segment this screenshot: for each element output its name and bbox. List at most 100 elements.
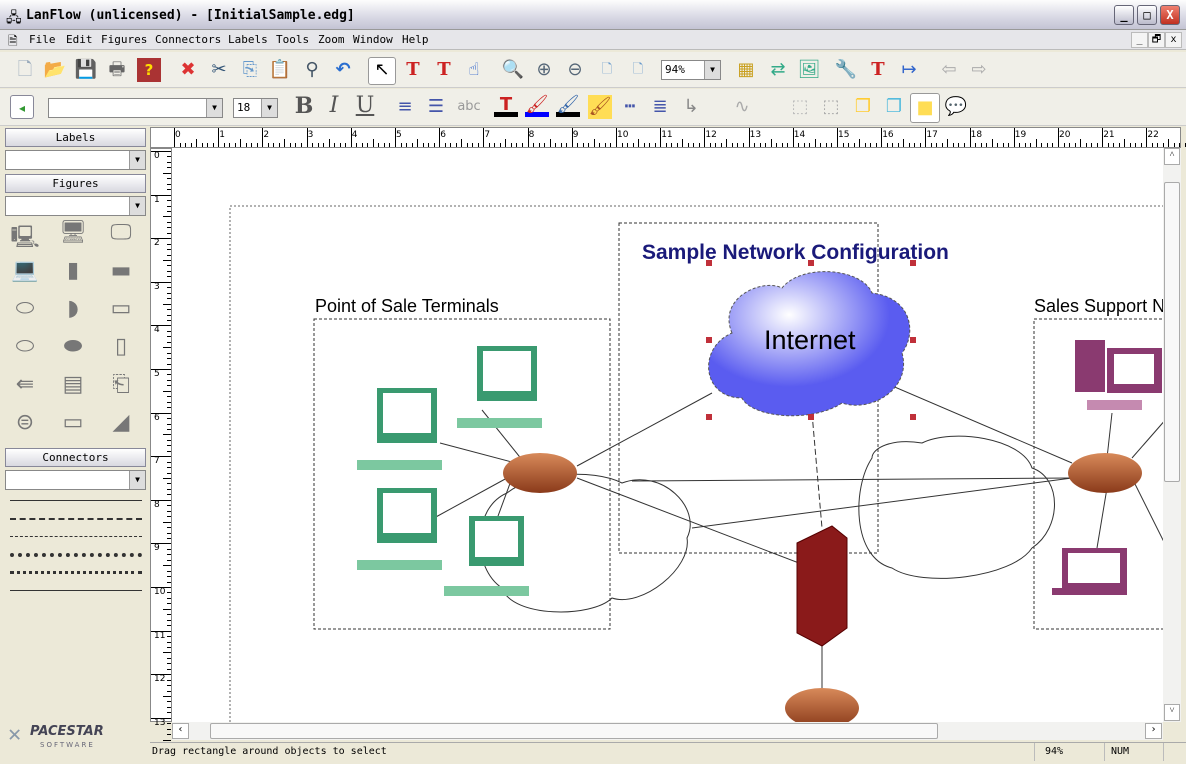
print-icon[interactable]: 🖶 xyxy=(105,58,129,82)
open-icon[interactable]: 📂 xyxy=(43,58,67,82)
fill-color-icon[interactable]: 🖌 xyxy=(525,93,549,117)
line-width-icon[interactable]: ≣ xyxy=(648,95,672,119)
save-icon[interactable]: 💾 xyxy=(74,58,98,82)
help-icon[interactable]: ? xyxy=(137,58,161,82)
point-icon[interactable]: ☝ xyxy=(462,58,486,82)
paste-icon[interactable]: 📋 xyxy=(268,58,292,82)
menu-file[interactable]: File xyxy=(29,33,56,46)
diagram-canvas[interactable]: Sample Network Configuration Internet Po… xyxy=(172,148,1163,722)
horizontal-scroll-thumb[interactable] xyxy=(210,723,938,739)
mdi-restore-button[interactable]: 🗗 xyxy=(1148,32,1165,48)
connector-dotted[interactable] xyxy=(10,571,142,574)
zoom-select[interactable]: 94% ▼ xyxy=(661,60,721,80)
line-color-icon[interactable]: 🖌 xyxy=(556,93,580,117)
zoom-icon[interactable]: 🔍 xyxy=(501,58,525,82)
connectors-header[interactable]: Connectors xyxy=(5,448,146,467)
vertical-scrollbar[interactable]: ˄ ˅ xyxy=(1163,148,1181,722)
italic-button[interactable]: I xyxy=(322,94,346,118)
figure-palette-item[interactable]: ⬬ xyxy=(56,334,90,360)
new-icon[interactable]: 🗋 xyxy=(13,58,37,82)
properties-icon[interactable]: 🔧 xyxy=(834,58,858,82)
diagram-title[interactable]: Sample Network Configuration xyxy=(642,241,949,265)
select-icon[interactable]: ↖ xyxy=(368,57,396,85)
labels-combo[interactable]: ▼ xyxy=(5,150,146,170)
line-style-icon[interactable]: ┅ xyxy=(618,95,642,119)
scroll-right-icon[interactable]: › xyxy=(1145,723,1162,739)
figure-palette-item[interactable]: 💻 xyxy=(8,258,42,284)
send-back-icon[interactable]: ❐ xyxy=(882,95,906,119)
connectors-combo[interactable]: ▼ xyxy=(5,470,146,490)
figure-palette-item[interactable]: ⬭ xyxy=(8,334,42,360)
scroll-down-icon[interactable]: ˅ xyxy=(1164,704,1180,721)
find-icon[interactable]: ⚲ xyxy=(300,58,324,82)
undo-icon[interactable]: ↶ xyxy=(331,58,355,82)
zoom-width-icon[interactable]: 🗋 xyxy=(626,58,650,82)
figure-palette-item[interactable]: ⬭ xyxy=(8,296,42,322)
menu-zoom[interactable]: Zoom xyxy=(318,33,345,46)
shadow-toggle-icon[interactable]: ■ xyxy=(910,93,940,123)
bring-front-icon[interactable]: ❐ xyxy=(851,95,875,119)
callout-icon[interactable]: 💬 xyxy=(944,95,968,119)
delete-icon[interactable]: ✖ xyxy=(176,58,200,82)
figure-palette-item[interactable]: ▮ xyxy=(56,258,90,284)
arrow-style-icon[interactable]: ↳ xyxy=(679,95,703,119)
figure-palette-item[interactable]: ⎗ xyxy=(104,372,138,398)
connector-dashed[interactable] xyxy=(10,518,142,520)
menu-edit[interactable]: Edit xyxy=(66,33,93,46)
ungroup-icon[interactable]: ⬚ xyxy=(819,95,843,119)
connector-long-dash[interactable] xyxy=(10,536,142,537)
minimize-button[interactable]: _ xyxy=(1114,5,1134,25)
bold-button[interactable]: B xyxy=(292,94,316,118)
close-button[interactable]: X xyxy=(1160,5,1180,25)
align-center-icon[interactable]: ≡ xyxy=(393,95,417,119)
zoom-out-icon[interactable]: ⊖ xyxy=(563,58,587,82)
mdi-close-button[interactable]: x xyxy=(1165,32,1182,48)
menu-connectors[interactable]: Connectors xyxy=(155,33,221,46)
figure-palette-item[interactable]: ▭ xyxy=(104,296,138,322)
copy-icon[interactable]: ⎘ xyxy=(238,58,262,82)
figure-palette-item[interactable]: 🖵 xyxy=(104,220,138,246)
menu-window[interactable]: Window xyxy=(353,33,393,46)
text-select-icon[interactable]: T xyxy=(401,58,425,82)
connector-dotted-thick[interactable] xyxy=(10,553,142,557)
font-select[interactable]: ▼ xyxy=(48,98,223,118)
zoom-page-icon[interactable]: 🗋 xyxy=(595,58,619,82)
connector-solid[interactable] xyxy=(10,500,142,501)
firewall[interactable] xyxy=(796,525,848,647)
figure-palette-item[interactable]: ▭ xyxy=(56,410,90,436)
text-properties-icon[interactable]: T xyxy=(866,58,890,82)
group-icon[interactable]: ⬚ xyxy=(788,95,812,119)
menu-help[interactable]: Help xyxy=(402,33,429,46)
figure-palette-item[interactable]: ◗ xyxy=(56,296,90,322)
figure-palette-item[interactable]: ▬ xyxy=(104,258,138,284)
figure-palette-item[interactable]: ◢ xyxy=(104,410,138,436)
labels-header[interactable]: Labels xyxy=(5,128,146,147)
figure-palette-item[interactable]: ⊜ xyxy=(8,410,42,436)
figure-palette-item[interactable]: 🖥 xyxy=(56,220,90,246)
text-icon[interactable]: T xyxy=(432,58,456,82)
grid-icon[interactable]: ▦ xyxy=(734,58,758,82)
back-icon[interactable]: ⇦ xyxy=(937,58,961,82)
menu-figures[interactable]: Figures xyxy=(101,33,147,46)
font-size-select[interactable]: 18 ▼ xyxy=(233,98,278,118)
justify-icon[interactable]: ☰ xyxy=(424,95,448,119)
figure-palette-item[interactable]: ⇚ xyxy=(8,372,42,398)
scroll-left-icon[interactable]: ‹ xyxy=(172,723,189,739)
text-style-button[interactable]: abc xyxy=(454,95,484,119)
connector-properties-icon[interactable]: ↦ xyxy=(897,58,921,82)
vertical-scroll-thumb[interactable] xyxy=(1164,182,1180,482)
panel-toggle-icon[interactable]: ◂ xyxy=(10,95,34,119)
replace-image-icon[interactable]: 🖼 xyxy=(797,58,821,82)
figure-palette-item[interactable]: ▤ xyxy=(56,372,90,398)
scroll-up-icon[interactable]: ˄ xyxy=(1164,148,1180,165)
figure-palette-item[interactable]: ▯ xyxy=(104,334,138,360)
curve-icon[interactable]: ∿ xyxy=(712,95,772,119)
figures-header[interactable]: Figures xyxy=(5,174,146,193)
figures-combo[interactable]: ▼ xyxy=(5,196,146,216)
figure-palette-item[interactable]: 🖳 xyxy=(8,220,42,250)
connector-arrows[interactable] xyxy=(10,590,142,591)
zoom-in-icon[interactable]: ⊕ xyxy=(532,58,556,82)
forward-icon[interactable]: ⇨ xyxy=(967,58,991,82)
horizontal-scrollbar[interactable]: ‹ › xyxy=(172,722,1163,740)
menu-labels[interactable]: Labels xyxy=(228,33,268,46)
